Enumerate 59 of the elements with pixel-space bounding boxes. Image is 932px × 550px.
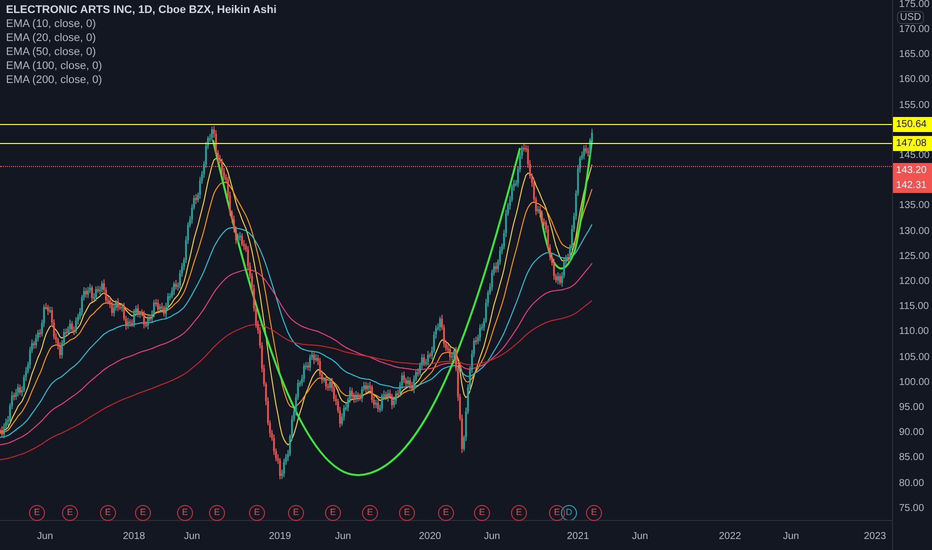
earnings-marker[interactable]: E: [474, 505, 490, 521]
earnings-marker[interactable]: E: [288, 505, 304, 521]
price-axis-label: 95.00: [899, 403, 924, 413]
study-legend-label[interactable]: EMA (200, close, 0): [6, 73, 277, 87]
price-axis-label: 125.00: [899, 252, 930, 262]
price-label: 147.08: [893, 136, 932, 151]
price-axis-label: 155.00: [899, 100, 930, 111]
earnings-marker[interactable]: E: [62, 505, 78, 521]
earnings-marker[interactable]: E: [549, 505, 565, 521]
price-label: 150.64: [893, 117, 932, 132]
price-axis-label: 175.00: [899, 0, 930, 10]
earnings-marker[interactable]: E: [399, 505, 415, 521]
price-axis-label: 90.00: [899, 428, 924, 438]
time-axis-label: Jun: [484, 530, 500, 544]
time-axis-label: 2019: [268, 530, 292, 544]
price-axis-label: 130.00: [899, 226, 930, 237]
price-label: 143.20: [893, 163, 932, 178]
time-axis-label: 2021: [566, 530, 590, 544]
price-axis-label: 110.00: [899, 327, 929, 338]
price-axis-label: 145.00: [899, 151, 930, 161]
earnings-marker[interactable]: E: [511, 505, 527, 521]
price-axis-label: 100.00: [899, 378, 930, 388]
time-axis-label: 2020: [418, 530, 442, 544]
price-axis-label: 120.00: [899, 277, 930, 287]
price-axis-label: 165.00: [899, 50, 930, 60]
study-legend-label[interactable]: EMA (100, close, 0): [6, 59, 277, 73]
study-legend-label[interactable]: EMA (50, close, 0): [6, 45, 277, 59]
earnings-marker[interactable]: E: [249, 505, 265, 521]
earnings-marker[interactable]: E: [29, 505, 45, 521]
earnings-marker[interactable]: E: [325, 505, 341, 521]
earnings-marker[interactable]: E: [177, 505, 193, 521]
time-axis-label: 2022: [718, 530, 742, 544]
price-axis-label: 115.00: [899, 302, 929, 312]
chart-title: ELECTRONIC ARTS INC, 1D, Cboe BZX, Heikin Ashi: [6, 3, 277, 17]
currency-label[interactable]: USD: [897, 11, 924, 24]
time-axis-label: 2023: [864, 530, 886, 544]
price-axis-label: 80.00: [899, 478, 924, 489]
earnings-marker[interactable]: E: [135, 505, 151, 521]
earnings-marker[interactable]: E: [438, 505, 454, 521]
time-axis-label: Jun: [632, 530, 648, 544]
earnings-marker[interactable]: E: [362, 505, 378, 521]
time-axis-label: Jun: [782, 530, 800, 544]
earnings-marker[interactable]: E: [209, 505, 225, 521]
time-axis-label: 2018: [122, 530, 146, 544]
time-axis-label: Jun: [334, 530, 352, 544]
study-legend-label[interactable]: EMA (10, close, 0): [6, 17, 277, 31]
price-axis-label: 135.00: [899, 201, 930, 212]
price-axis-label: 160.00: [899, 75, 930, 86]
price-axis-label: 75.00: [899, 504, 924, 514]
price-axis-label: 170.00: [899, 25, 930, 35]
earnings-marker[interactable]: E: [586, 505, 602, 521]
study-legend-label[interactable]: EMA (20, close, 0): [6, 31, 277, 45]
time-axis-label: Jun: [36, 530, 54, 544]
price-label: 142.31: [893, 178, 932, 193]
time-axis-label: Jun: [184, 530, 200, 544]
price-axis-label: 85.00: [899, 453, 924, 464]
earnings-marker[interactable]: E: [100, 505, 116, 521]
dividend-marker[interactable]: D: [561, 505, 577, 521]
price-axis-label: 105.00: [899, 352, 930, 363]
